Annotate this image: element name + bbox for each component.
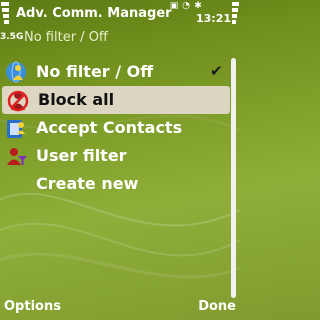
list-item-user-filter[interactable]: User filter xyxy=(0,142,232,170)
profile-icon: ▣ xyxy=(169,1,179,11)
list-item-accept-contacts[interactable]: Accept Contacts xyxy=(0,114,232,142)
list-item-no-filter[interactable]: No filter / Off ✔ xyxy=(0,58,232,86)
list-item-label: Block all xyxy=(38,90,115,109)
clock: 13:21 xyxy=(196,12,232,25)
scrollbar-thumb[interactable] xyxy=(231,58,236,298)
title-bar: Adv. Comm. Manager ▣ ◔ ✱ 13:21 xyxy=(0,0,240,28)
status-icons: ▣ ◔ ✱ xyxy=(168,1,204,11)
list-item-label: Accept Contacts xyxy=(36,118,183,137)
user-filter-icon xyxy=(7,148,27,165)
softkey-bar: Options Done xyxy=(0,296,240,320)
list-item-block-all[interactable]: Block all xyxy=(2,86,230,114)
done-softkey[interactable]: Done xyxy=(198,299,236,314)
network-indicator: 3.5G xyxy=(0,32,24,42)
options-softkey[interactable]: Options xyxy=(4,299,61,314)
list-item-label: Create new xyxy=(36,174,139,193)
app-title: Adv. Comm. Manager xyxy=(16,6,172,21)
alarm-icon: ◔ xyxy=(182,1,190,11)
blocked-person-icon xyxy=(7,90,29,112)
globe-person-icon xyxy=(6,61,26,83)
checkmark-icon: ✔ xyxy=(210,62,223,80)
current-filter-subtitle: No filter / Off xyxy=(24,30,108,45)
list-item-create-new[interactable]: Create new xyxy=(0,170,232,198)
scrollbar[interactable] xyxy=(231,58,236,298)
list-item-label: User filter xyxy=(36,146,127,165)
filter-list: No filter / Off ✔ Block all Accept Conta… xyxy=(0,58,232,198)
battery-icon xyxy=(232,2,239,24)
list-item-label: No filter / Off xyxy=(36,62,154,81)
bluetooth-icon: ✱ xyxy=(194,1,202,11)
contacts-icon xyxy=(7,120,25,138)
